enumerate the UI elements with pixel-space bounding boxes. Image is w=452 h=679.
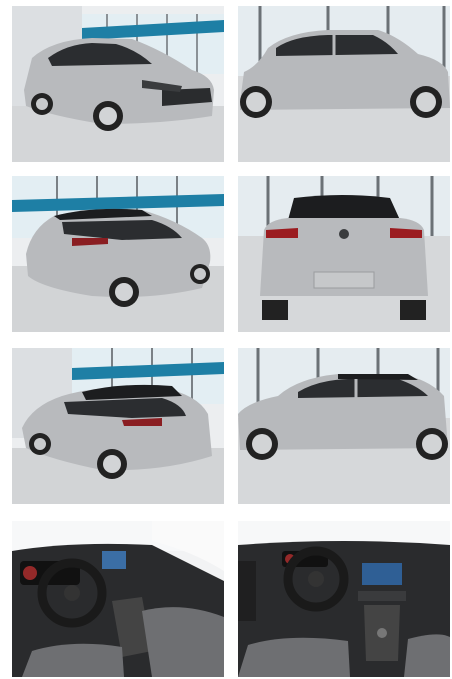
photo-thumbnail-interior-dashboard-left[interactable]	[12, 521, 224, 677]
photo-thumbnail-rear-three-quarter-left[interactable]	[12, 348, 224, 504]
photo-gallery	[0, 0, 452, 679]
car-photo-rear-three-quarter-left	[12, 348, 224, 504]
car-photo-rear	[238, 176, 450, 332]
car-photo-front-three-quarter	[12, 6, 224, 162]
photo-thumbnail-side-profile-left[interactable]	[238, 348, 450, 504]
car-photo-side-profile-left	[238, 348, 450, 504]
photo-thumbnail-rear-three-quarter[interactable]	[12, 176, 224, 332]
photo-thumbnail-front-three-quarter[interactable]	[12, 6, 224, 162]
car-photo-side-profile	[238, 6, 450, 162]
car-photo-interior-dashboard-left	[12, 521, 224, 677]
photo-thumbnail-rear[interactable]	[238, 176, 450, 332]
photo-thumbnail-interior-dashboard-center[interactable]	[238, 521, 450, 677]
car-photo-rear-three-quarter	[12, 176, 224, 332]
photo-thumbnail-side-profile[interactable]	[238, 6, 450, 162]
car-photo-interior-dashboard-center	[238, 521, 450, 677]
